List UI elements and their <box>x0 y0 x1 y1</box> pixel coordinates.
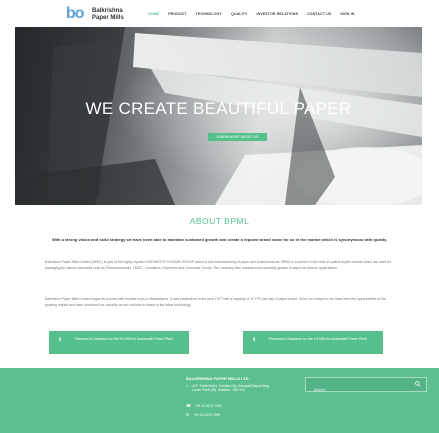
site-header: bo Balkrishna Paper Mills HOME PRODUCT T… <box>0 0 439 27</box>
nav-item-product[interactable]: PRODUCT <box>168 12 186 16</box>
footer-company-name: BALKRISHNA PAPER MILLS LTD <box>186 376 249 381</box>
nav-item-contact-us[interactable]: CONTACT US <box>307 12 331 16</box>
clearance-download-card-2[interactable]: ⬇ Permanent Clearance for the 3.5 MW for… <box>243 331 383 354</box>
nav-item-home[interactable]: HOME <box>148 12 159 16</box>
nav-item-sign-in[interactable]: SIGN IN <box>340 12 354 16</box>
search-icon[interactable] <box>415 381 421 387</box>
logo[interactable]: bo Balkrishna Paper Mills <box>66 4 126 24</box>
hero-banner: WE CREATE BEAUTIFUL PAPER LEARN MORE ABO… <box>15 27 422 205</box>
location-icon: ⌂ <box>186 383 189 388</box>
logo-line-1: Balkrishna <box>92 8 123 14</box>
phone-icon: ☎ <box>186 403 191 408</box>
footer-phone-row: ☎ +91 22 6120 7900 <box>186 403 222 409</box>
footer-fax-row: ✉ +91 22 6120 7999 <box>186 412 221 418</box>
logo-line-2: Paper Mills <box>92 15 124 21</box>
logo-mark: bo <box>66 5 85 22</box>
learn-more-button[interactable]: LEARN MORE ABOUT US <box>208 133 267 141</box>
fax-icon: ✉ <box>186 412 190 417</box>
footer-fax: +91 22 6120 7999 <box>193 413 221 417</box>
footer-search <box>305 377 427 397</box>
search-input[interactable] <box>306 383 406 397</box>
footer-address-row: ⌂ A/7, Trade World, Kamala City, Senapat… <box>186 383 278 393</box>
about-lead: With a strong vision and solid strategy … <box>51 237 388 242</box>
main-nav: HOME PRODUCT TECHNOLOGY QUALITY INVESTOR… <box>148 12 355 16</box>
card-label: Permanent Clearance for the 3.5 MW for A… <box>75 337 173 341</box>
site-footer: BALKRISHNA PAPER MILLS LTD ⌂ A/7, Trade … <box>0 368 439 433</box>
about-title: ABOUT BPML <box>189 216 250 226</box>
nav-item-technology[interactable]: TECHNOLOGY <box>196 12 222 16</box>
card-label: Permanent Clearance for the 3.5 MW for A… <box>269 337 367 341</box>
clearance-download-card-1[interactable]: ⬇ Permanent Clearance for the 3.5 MW for… <box>49 331 189 354</box>
nav-item-investor-relations[interactable]: INVESTOR RELATIONS <box>257 12 299 16</box>
footer-phone[interactable]: +91 22 6120 7900 <box>195 404 222 408</box>
footer-address: A/7, Trade World, Kamala City, Senapati … <box>192 384 271 392</box>
nav-item-quality[interactable]: QUALITY <box>231 12 247 16</box>
about-paragraph-1: Balkrishna Paper Mills Limited (BPML) is… <box>45 260 392 270</box>
hero-title: WE CREATE BEAUTIFUL PAPER <box>85 99 352 118</box>
about-paragraph-2: Balkrishna Paper Mills Limited began its… <box>45 297 386 307</box>
download-icon: ⬇ <box>252 337 257 343</box>
download-icon: ⬇ <box>58 337 63 343</box>
